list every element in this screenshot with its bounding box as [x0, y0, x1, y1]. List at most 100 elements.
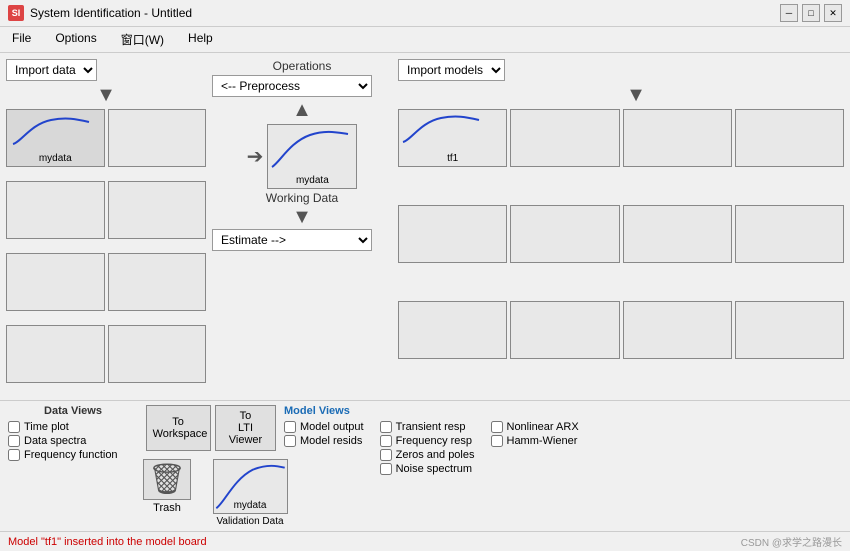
zeros-poles-label: Zeros and poles — [396, 449, 475, 461]
hamm-wiener-item[interactable]: Hamm-Wiener — [491, 435, 579, 447]
import-models-select[interactable]: Import models — [398, 59, 505, 81]
frequency-resp-item[interactable]: Frequency resp — [380, 435, 475, 447]
transient-resp-checkbox[interactable] — [380, 421, 392, 433]
nonlinear-arx-item[interactable]: Nonlinear ARX — [491, 421, 579, 433]
menu-help[interactable]: Help — [184, 29, 217, 50]
data-cell-2[interactable] — [6, 181, 105, 239]
data-cell-1[interactable] — [108, 109, 207, 167]
working-data-label: Working Data — [266, 191, 338, 205]
data-cell-0[interactable]: mydata — [6, 109, 105, 167]
data-cell-5[interactable] — [108, 253, 207, 311]
watermark: CSDN @求学之路漫长 — [741, 534, 842, 549]
model-cell-label-0: tf1 — [447, 153, 458, 164]
time-plot-label: Time plot — [24, 421, 69, 433]
data-spectra-item[interactable]: Data spectra — [8, 435, 138, 447]
menu-options[interactable]: Options — [51, 29, 100, 50]
models-arrow-down: ▼ — [596, 85, 646, 105]
trash-icon[interactable]: 🗑 — [143, 459, 191, 500]
frequency-function-item[interactable]: Frequency function — [8, 449, 138, 461]
data-cell-7[interactable] — [108, 325, 207, 383]
transient-resp-label: Transient resp — [396, 421, 466, 433]
model-output-checkbox[interactable] — [284, 421, 296, 433]
validation-name: mydata — [214, 500, 287, 511]
close-button[interactable]: ✕ — [824, 4, 842, 22]
menu-bar: File Options 窗口(W) Help — [0, 27, 850, 53]
trash-label: Trash — [153, 502, 181, 514]
model-cell-5[interactable] — [510, 205, 619, 263]
model-views-col3: Nonlinear ARX Hamm-Wiener — [491, 421, 579, 475]
right-panel: Import models ▼ tf1 — [398, 59, 844, 394]
data-cell-4[interactable] — [6, 253, 105, 311]
zeros-poles-checkbox[interactable] — [380, 449, 392, 461]
title-bar: SI System Identification - Untitled ─ □ … — [0, 0, 850, 27]
preprocess-select[interactable]: <-- Preprocess — [212, 75, 372, 97]
model-cell-11[interactable] — [735, 301, 844, 359]
model-cell-1[interactable] — [510, 109, 619, 167]
status-bar: Model "tf1" inserted into the model boar… — [0, 531, 850, 551]
hamm-wiener-label: Hamm-Wiener — [507, 435, 578, 447]
model-cell-6[interactable] — [623, 205, 732, 263]
model-cell-0[interactable]: tf1 — [398, 109, 507, 167]
import-models-dropdown-row: Import models — [398, 59, 844, 81]
frequency-resp-label: Frequency resp — [396, 435, 472, 447]
maximize-button[interactable]: □ — [802, 4, 820, 22]
menu-file[interactable]: File — [8, 29, 35, 50]
frequency-resp-checkbox[interactable] — [380, 435, 392, 447]
estimate-row: Estimate --> — [212, 229, 392, 251]
arrow-up-1: ▲ — [292, 99, 312, 122]
window-controls: ─ □ ✕ — [780, 4, 842, 22]
time-plot-item[interactable]: Time plot — [8, 421, 138, 433]
data-cell-6[interactable] — [6, 325, 105, 383]
nonlinear-arx-checkbox[interactable] — [491, 421, 503, 433]
model-resids-label: Model resids — [300, 435, 362, 447]
left-panel: Import data ▼ mydata — [6, 59, 206, 394]
btn-row: ToWorkspace ToLTI Viewer — [146, 405, 277, 451]
model-views-panel: Model Views Model output Model resids — [284, 405, 842, 475]
model-views-col2: Transient resp Frequency resp Zeros and … — [380, 421, 475, 475]
working-data-box[interactable]: mydata — [267, 124, 357, 189]
noise-spectrum-item[interactable]: Noise spectrum — [380, 463, 475, 475]
operations-label: Operations — [273, 59, 332, 73]
estimate-select[interactable]: Estimate --> — [212, 229, 372, 251]
model-cell-2[interactable] — [623, 109, 732, 167]
model-resids-checkbox[interactable] — [284, 435, 296, 447]
time-plot-checkbox[interactable] — [8, 421, 20, 433]
model-views-col1: Model output Model resids — [284, 421, 364, 475]
frequency-function-checkbox[interactable] — [8, 449, 20, 461]
model-cell-8[interactable] — [398, 301, 507, 359]
data-arrow-down: ▼ — [96, 85, 116, 105]
import-data-dropdown-row: Import data — [6, 59, 206, 81]
model-cell-3[interactable] — [735, 109, 844, 167]
hamm-wiener-checkbox[interactable] — [491, 435, 503, 447]
minimize-button[interactable]: ─ — [780, 4, 798, 22]
model-cell-10[interactable] — [623, 301, 732, 359]
zeros-poles-item[interactable]: Zeros and poles — [380, 449, 475, 461]
working-data-name: mydata — [296, 175, 329, 186]
model-resids-item[interactable]: Model resids — [284, 435, 364, 447]
middle-panel: Operations <-- Preprocess ▲ ➔ — [212, 59, 392, 394]
transient-resp-item[interactable]: Transient resp — [380, 421, 475, 433]
model-output-label: Model output — [300, 421, 364, 433]
model-cell-9[interactable] — [510, 301, 619, 359]
top-area: Import data ▼ mydata — [0, 53, 850, 400]
data-cell-3[interactable] — [108, 181, 207, 239]
model-output-item[interactable]: Model output — [284, 421, 364, 433]
app-icon: SI — [8, 5, 24, 21]
import-data-select[interactable]: Import data — [6, 59, 97, 81]
validation-box[interactable]: mydata — [213, 459, 288, 514]
to-lti-button[interactable]: ToLTI Viewer — [215, 405, 277, 451]
nonlinear-arx-label: Nonlinear ARX — [507, 421, 579, 433]
bottom-area: Data Views Time plot Data spectra Freque… — [0, 400, 850, 531]
model-cell-4[interactable] — [398, 205, 507, 263]
menu-window[interactable]: 窗口(W) — [117, 29, 168, 50]
data-spectra-checkbox[interactable] — [8, 435, 20, 447]
data-spectra-label: Data spectra — [24, 435, 86, 447]
noise-spectrum-checkbox[interactable] — [380, 463, 392, 475]
buttons-area: ToWorkspace ToLTI Viewer 🗑 Trash — [146, 405, 276, 527]
preprocess-row: <-- Preprocess — [212, 75, 392, 97]
arrow-right: ➔ — [247, 144, 264, 169]
model-cell-7[interactable] — [735, 205, 844, 263]
data-cell-label-0: mydata — [39, 153, 72, 164]
data-grid: mydata — [6, 109, 206, 394]
to-workspace-button[interactable]: ToWorkspace — [146, 405, 211, 451]
